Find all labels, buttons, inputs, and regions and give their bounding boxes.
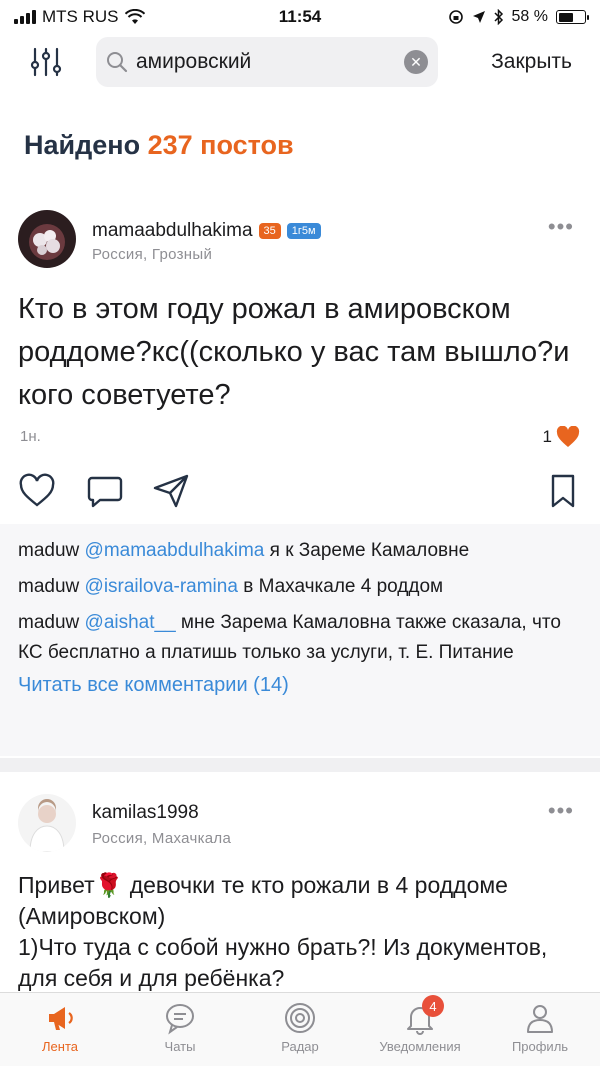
post-author[interactable]: kamilas1998: [92, 802, 199, 824]
avatar[interactable]: [18, 210, 76, 268]
post-text-line: Привет🌹 девочки те кто рожали в 4 роддом…: [18, 872, 508, 929]
search-icon: [107, 52, 128, 73]
search-input[interactable]: амировский ✕: [96, 37, 438, 87]
tab-label: Уведомления: [379, 1039, 461, 1054]
likes-number: 1: [542, 427, 552, 446]
results-count: Найдено 237 постов: [24, 130, 294, 161]
more-options-icon[interactable]: •••: [548, 214, 574, 240]
tab-radar[interactable]: Радар: [240, 993, 360, 1066]
comment-mention[interactable]: @israilova-ramina: [85, 576, 238, 597]
avatar[interactable]: [18, 794, 76, 852]
post-actions: [0, 472, 600, 512]
tab-profile[interactable]: Профиль: [480, 993, 600, 1066]
post-text-line: 1)Что туда с собой нужно брать?! Из доку…: [18, 934, 548, 991]
post-author[interactable]: mamaabdulhakima 35 1г5м: [92, 220, 321, 242]
person-icon: [527, 1005, 553, 1033]
post-text: Кто в этом году рожал в амировском роддо…: [18, 293, 570, 411]
post-card: mamaabdulhakima 35 1г5м Россия, Грозный …: [0, 200, 600, 772]
post-timestamp: 1н.: [20, 428, 41, 445]
clock: 11:54: [278, 7, 322, 26]
comment: maduw @aishat__ мне Зарема Камаловна так…: [18, 608, 582, 668]
like-icon[interactable]: [18, 472, 56, 510]
tab-label: Радар: [281, 1039, 319, 1054]
comment-text: в Махачкале 4 роддом: [237, 576, 444, 597]
comment: maduw @israilova-ramina в Махачкале 4 ро…: [18, 572, 582, 602]
bookmark-icon[interactable]: [544, 472, 582, 510]
radar-icon: [285, 1003, 315, 1033]
child-age-badge: 1г5м: [286, 223, 321, 239]
battery-icon: [556, 10, 589, 24]
author-location: Россия, Махачкала: [92, 830, 232, 847]
tab-label: Профиль: [511, 1039, 569, 1054]
more-options-icon[interactable]: •••: [548, 798, 574, 824]
post-card: kamilas1998 Россия, Махачкала ••• Привет…: [0, 772, 600, 992]
comment-text: я к Зареме Камаловне: [264, 540, 470, 561]
comment-user[interactable]: maduw: [18, 612, 79, 633]
age-badge: 35: [258, 223, 281, 239]
signal-icon: [14, 10, 36, 24]
comment: maduw @mamaabdulhakima я к Зареме Камало…: [18, 536, 582, 566]
notification-badge: 4: [422, 995, 444, 1017]
likes-count[interactable]: 1: [543, 426, 580, 448]
tab-bar: Лента Чаты Радар Уведомления 4 Профиль: [0, 992, 600, 1066]
share-icon[interactable]: [152, 472, 190, 510]
search-query[interactable]: амировский: [136, 50, 404, 74]
wifi-icon: [124, 9, 145, 24]
read-all-comments-link[interactable]: Читать все комментарии (14): [18, 674, 582, 697]
heart-icon: [556, 426, 580, 447]
megaphone-icon: [49, 1007, 73, 1030]
post-text: Привет🌹 девочки те кто рожали в 4 роддом…: [18, 870, 582, 992]
comment-mention[interactable]: @mamaabdulhakima: [85, 540, 265, 561]
bluetooth-icon: [494, 9, 503, 25]
carrier-label: MTS RUS: [42, 7, 119, 26]
search-header: амировский ✕ Закрыть: [0, 34, 600, 90]
comment-user[interactable]: maduw: [18, 540, 79, 561]
author-name[interactable]: kamilas1998: [92, 802, 199, 824]
comment-icon[interactable]: [86, 472, 124, 510]
filter-icon[interactable]: [26, 42, 66, 82]
comment-user[interactable]: maduw: [18, 576, 79, 597]
clear-search-icon[interactable]: ✕: [404, 50, 428, 74]
author-name[interactable]: mamaabdulhakima: [92, 220, 253, 242]
battery-label: 58 %: [511, 8, 548, 25]
rotation-lock-icon: [448, 10, 463, 24]
tab-label: Чаты: [164, 1039, 196, 1054]
tab-feed[interactable]: Лента: [0, 993, 120, 1066]
comment-mention[interactable]: @aishat__: [85, 612, 176, 633]
results-number: 237 постов: [147, 130, 294, 160]
close-button[interactable]: Закрыть: [491, 50, 572, 74]
tab-chats[interactable]: Чаты: [120, 993, 240, 1066]
results-prefix: Найдено: [24, 130, 141, 160]
location-icon: [472, 11, 485, 23]
status-bar: MTS RUS 11:54 58 %: [0, 0, 600, 34]
author-location: Россия, Грозный: [92, 246, 213, 263]
comments-section: maduw @mamaabdulhakima я к Зареме Камало…: [0, 524, 600, 756]
post-divider: [0, 758, 600, 772]
chat-bubble-icon: [166, 1004, 194, 1035]
tab-label: Лента: [42, 1039, 78, 1054]
tab-notifications[interactable]: Уведомления 4: [360, 993, 480, 1066]
